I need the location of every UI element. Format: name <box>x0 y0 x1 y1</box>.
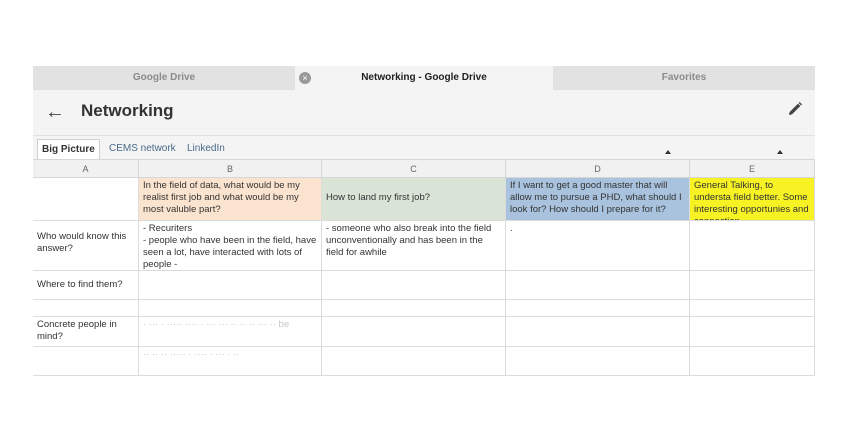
cell-d3[interactable] <box>506 271 690 300</box>
cell-b4[interactable] <box>139 300 322 317</box>
sheet-tab-linkedin[interactable]: LinkedIn <box>187 139 225 158</box>
cell-c5[interactable] <box>322 317 506 347</box>
tab-google-drive[interactable]: Google Drive <box>33 66 295 90</box>
cell-a6[interactable] <box>33 347 139 376</box>
cell-b3[interactable] <box>139 271 322 300</box>
browser-tab-bar: Google Drive Networking - Google Drive ×… <box>33 66 815 90</box>
column-header-c[interactable]: C <box>322 160 506 178</box>
cell-b6[interactable]: ·· ·· ·· ····· · ···· · ··· · ·· <box>139 347 322 376</box>
cell-a4[interactable] <box>33 300 139 317</box>
cell-e3[interactable] <box>690 271 815 300</box>
tab-networking[interactable]: Networking - Google Drive <box>295 66 553 90</box>
back-arrow-icon[interactable]: ← <box>45 99 65 125</box>
cell-e1[interactable]: General Talking, to understa field bette… <box>690 178 815 221</box>
column-header-a[interactable]: A <box>33 160 139 178</box>
pencil-icon[interactable] <box>787 101 803 122</box>
sheet-tab-big-picture[interactable]: Big Picture <box>37 139 100 159</box>
cell-c1[interactable]: How to land my first job? <box>322 178 506 221</box>
browser-window: Google Drive Networking - Google Drive ×… <box>33 66 815 376</box>
cell-d1[interactable]: If I want to get a good master that will… <box>506 178 690 221</box>
sheet-tab-bar: Big Picture CEMS network LinkedIn <box>33 136 815 160</box>
cell-e4[interactable] <box>690 300 815 317</box>
cell-b2[interactable]: - Recuriters - people who have been in t… <box>139 221 322 271</box>
tab-favorites[interactable]: Favorites <box>553 66 815 90</box>
cell-c3[interactable] <box>322 271 506 300</box>
cell-e5[interactable] <box>690 317 815 347</box>
cell-a3[interactable]: Where to find them? <box>33 271 139 300</box>
sheet-tab-cems-network[interactable]: CEMS network <box>109 139 176 158</box>
cell-a1[interactable] <box>33 178 139 221</box>
column-header-b[interactable]: B <box>139 160 322 178</box>
scroll-marker-icon <box>665 150 671 154</box>
app-header: ← Networking <box>33 90 815 136</box>
close-tab-icon[interactable]: × <box>299 72 311 84</box>
tab-label: Google Drive <box>132 72 196 83</box>
cell-d5[interactable] <box>506 317 690 347</box>
column-header-e[interactable]: E <box>690 160 815 178</box>
cell-e2[interactable] <box>690 221 815 271</box>
cell-d6[interactable] <box>506 347 690 376</box>
cell-a2[interactable]: Who would know this answer? <box>33 221 139 271</box>
cell-c4[interactable] <box>322 300 506 317</box>
tab-label: Favorites <box>661 72 707 83</box>
cell-c2[interactable]: - someone who also break into the field … <box>322 221 506 271</box>
cell-d4[interactable] <box>506 300 690 317</box>
column-header-d[interactable]: D <box>506 160 690 178</box>
cell-b5[interactable]: · ··· · ····· ···· · ··· ··· ·· ·· ·· ··… <box>139 317 322 347</box>
page-title: Networking <box>81 101 174 120</box>
cell-e6[interactable] <box>690 347 815 376</box>
cell-a5[interactable]: Concrete people in mind? <box>33 317 139 347</box>
cell-c6[interactable] <box>322 347 506 376</box>
tab-label: Networking - Google Drive <box>361 72 487 83</box>
scroll-marker-icon <box>777 150 783 154</box>
cell-b1[interactable]: In the field of data, what would be my r… <box>139 178 322 221</box>
cell-d2[interactable]: . <box>506 221 690 271</box>
